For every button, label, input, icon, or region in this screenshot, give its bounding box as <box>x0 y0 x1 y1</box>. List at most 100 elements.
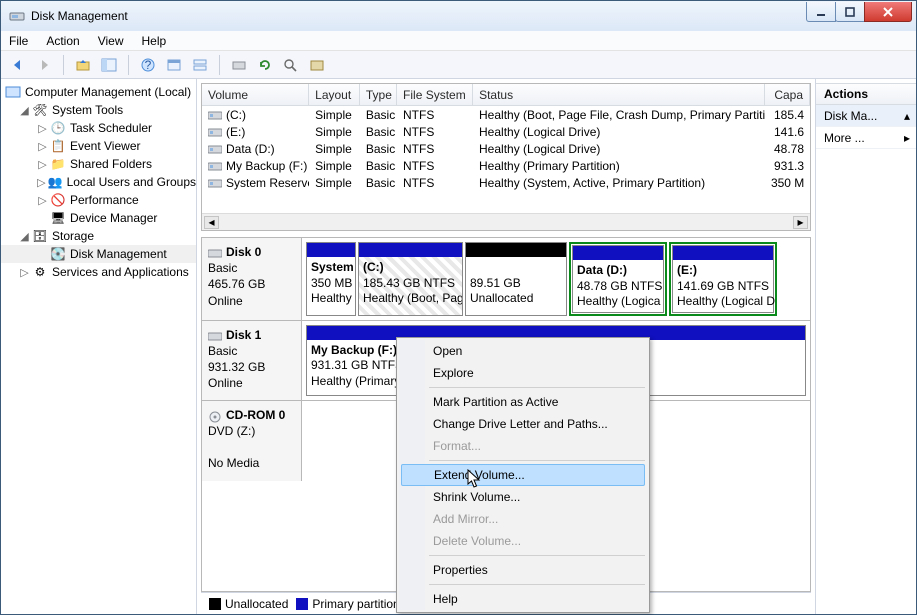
chevron-right-icon: ▸ <box>904 131 910 145</box>
ctx-properties[interactable]: Properties <box>399 559 647 581</box>
partition-system-reserved[interactable]: System 350 MB Healthy <box>306 242 356 316</box>
tree-performance[interactable]: ▷🚫Performance <box>1 191 196 209</box>
ctx-delete-volume: Delete Volume... <box>399 530 647 552</box>
collapse-icon[interactable]: ◢ <box>19 230 30 243</box>
col-volume[interactable]: Volume <box>202 84 309 105</box>
volume-list[interactable]: Volume Layout Type File System Status Ca… <box>201 83 811 231</box>
ctx-format: Format... <box>399 435 647 457</box>
ctx-add-mirror: Add Mirror... <box>399 508 647 530</box>
menu-help[interactable]: Help <box>140 32 169 50</box>
tree-system-tools[interactable]: ◢🛠System Tools <box>1 101 196 119</box>
col-layout[interactable]: Layout <box>309 84 360 105</box>
ctx-open[interactable]: Open <box>399 340 647 362</box>
forward-button[interactable] <box>33 54 55 76</box>
ctx-extend-volume[interactable]: Extend Volume... <box>401 464 645 486</box>
ctx-mark-active[interactable]: Mark Partition as Active <box>399 391 647 413</box>
volume-row[interactable]: (C:)SimpleBasicNTFSHealthy (Boot, Page F… <box>202 106 810 123</box>
minimize-button[interactable] <box>806 2 836 22</box>
tree-task-scheduler[interactable]: ▷🕒Task Scheduler <box>1 119 196 137</box>
horizontal-scrollbar[interactable]: ◂ ▸ <box>202 213 810 230</box>
toolbar-icon-4[interactable] <box>280 54 302 76</box>
drive-icon <box>208 161 222 171</box>
close-button[interactable] <box>864 2 912 22</box>
disk-label[interactable]: Disk 1 Basic 931.32 GB Online <box>202 321 302 400</box>
col-type[interactable]: Type <box>360 84 397 105</box>
expand-icon[interactable]: ▷ <box>37 194 48 207</box>
perf-icon: 🚫 <box>50 192 66 208</box>
volume-header[interactable]: Volume Layout Type File System Status Ca… <box>202 84 810 106</box>
actions-group[interactable]: Disk Ma... ▴ <box>816 105 916 127</box>
collapse-icon[interactable]: ◢ <box>19 104 30 117</box>
maximize-button[interactable] <box>835 2 865 22</box>
app-icon <box>9 8 25 24</box>
folder-icon: 📁 <box>50 156 66 172</box>
titlebar[interactable]: Disk Management <box>1 1 916 31</box>
disk-label[interactable]: CD-ROM 0 DVD (Z:) No Media <box>202 401 302 481</box>
expand-icon[interactable]: ▷ <box>19 266 30 279</box>
volume-row[interactable]: (E:)SimpleBasicNTFSHealthy (Logical Driv… <box>202 123 810 140</box>
menubar: File Action View Help <box>1 31 916 51</box>
legend-unallocated: Unallocated <box>225 597 288 611</box>
partition-e[interactable]: (E:) 141.69 GB NTFS Healthy (Logical D <box>669 242 777 316</box>
ctx-explore[interactable]: Explore <box>399 362 647 384</box>
menu-action[interactable]: Action <box>44 32 81 50</box>
collapse-icon[interactable]: ▴ <box>904 109 910 123</box>
tree-services[interactable]: ▷⚙Services and Applications <box>1 263 196 281</box>
partition-c[interactable]: (C:) 185.43 GB NTFS Healthy (Boot, Pag <box>358 242 463 316</box>
refresh-button[interactable] <box>254 54 276 76</box>
drive-icon <box>208 110 222 120</box>
context-menu: Open Explore Mark Partition as Active Ch… <box>396 337 650 613</box>
ctx-help[interactable]: Help <box>399 588 647 610</box>
disk-row-0[interactable]: Disk 0 Basic 465.76 GB Online System 350… <box>202 238 810 321</box>
drive-icon <box>208 178 222 188</box>
menu-file[interactable]: File <box>7 32 30 50</box>
toolbar-icon-3[interactable] <box>228 54 250 76</box>
col-filesystem[interactable]: File System <box>397 84 473 105</box>
help-button[interactable]: ? <box>137 54 159 76</box>
cdrom-icon <box>208 411 222 421</box>
toolbar-icon-2[interactable] <box>189 54 211 76</box>
ctx-change-letter[interactable]: Change Drive Letter and Paths... <box>399 413 647 435</box>
tree-disk-management[interactable]: 💽Disk Management <box>1 245 196 263</box>
toolbar-icon-5[interactable] <box>306 54 328 76</box>
actions-more[interactable]: More ... ▸ <box>816 127 916 149</box>
drive-icon <box>208 127 222 137</box>
tree-shared-folders[interactable]: ▷📁Shared Folders <box>1 155 196 173</box>
navigation-tree[interactable]: Computer Management (Local) ◢🛠System Too… <box>1 79 197 614</box>
tools-icon: 🛠 <box>32 102 48 118</box>
tree-event-viewer[interactable]: ▷📋Event Viewer <box>1 137 196 155</box>
expand-icon[interactable]: ▷ <box>37 176 46 189</box>
volume-row[interactable]: Data (D:)SimpleBasicNTFSHealthy (Logical… <box>202 140 810 157</box>
window-title: Disk Management <box>31 9 807 23</box>
expand-icon[interactable]: ▷ <box>37 122 48 135</box>
tree-storage[interactable]: ◢🗄Storage <box>1 227 196 245</box>
col-capacity[interactable]: Capa <box>765 84 810 105</box>
toolbar-icon-1[interactable] <box>163 54 185 76</box>
actions-pane: Actions Disk Ma... ▴ More ... ▸ <box>816 79 916 614</box>
ctx-shrink-volume[interactable]: Shrink Volume... <box>399 486 647 508</box>
back-button[interactable] <box>7 54 29 76</box>
scroll-left-icon[interactable]: ◂ <box>204 216 219 229</box>
services-icon: ⚙ <box>32 264 48 280</box>
partition-unallocated[interactable]: 89.51 GB Unallocated <box>465 242 567 316</box>
disk-icon: 💽 <box>50 246 66 262</box>
tree-root[interactable]: Computer Management (Local) <box>1 83 196 101</box>
show-hide-tree-button[interactable] <box>98 54 120 76</box>
scroll-right-icon[interactable]: ▸ <box>793 216 808 229</box>
volume-row[interactable]: My Backup (F:)SimpleBasicNTFSHealthy (Pr… <box>202 157 810 174</box>
up-button[interactable] <box>72 54 94 76</box>
storage-icon: 🗄 <box>32 228 48 244</box>
tree-local-users[interactable]: ▷👥Local Users and Groups <box>1 173 196 191</box>
col-status[interactable]: Status <box>473 84 765 105</box>
volume-row[interactable]: System ReservedSimpleBasicNTFSHealthy (S… <box>202 174 810 191</box>
expand-icon[interactable]: ▷ <box>37 158 48 171</box>
expand-icon[interactable]: ▷ <box>37 140 48 153</box>
disk-icon <box>208 248 222 258</box>
disk-icon <box>208 331 222 341</box>
clock-icon: 🕒 <box>50 120 66 136</box>
menu-view[interactable]: View <box>96 32 126 50</box>
tree-device-manager[interactable]: 🖥Device Manager <box>1 209 196 227</box>
toolbar: ? <box>1 51 916 79</box>
partition-d[interactable]: Data (D:) 48.78 GB NTFS Healthy (Logica <box>569 242 667 316</box>
disk-label[interactable]: Disk 0 Basic 465.76 GB Online <box>202 238 302 320</box>
